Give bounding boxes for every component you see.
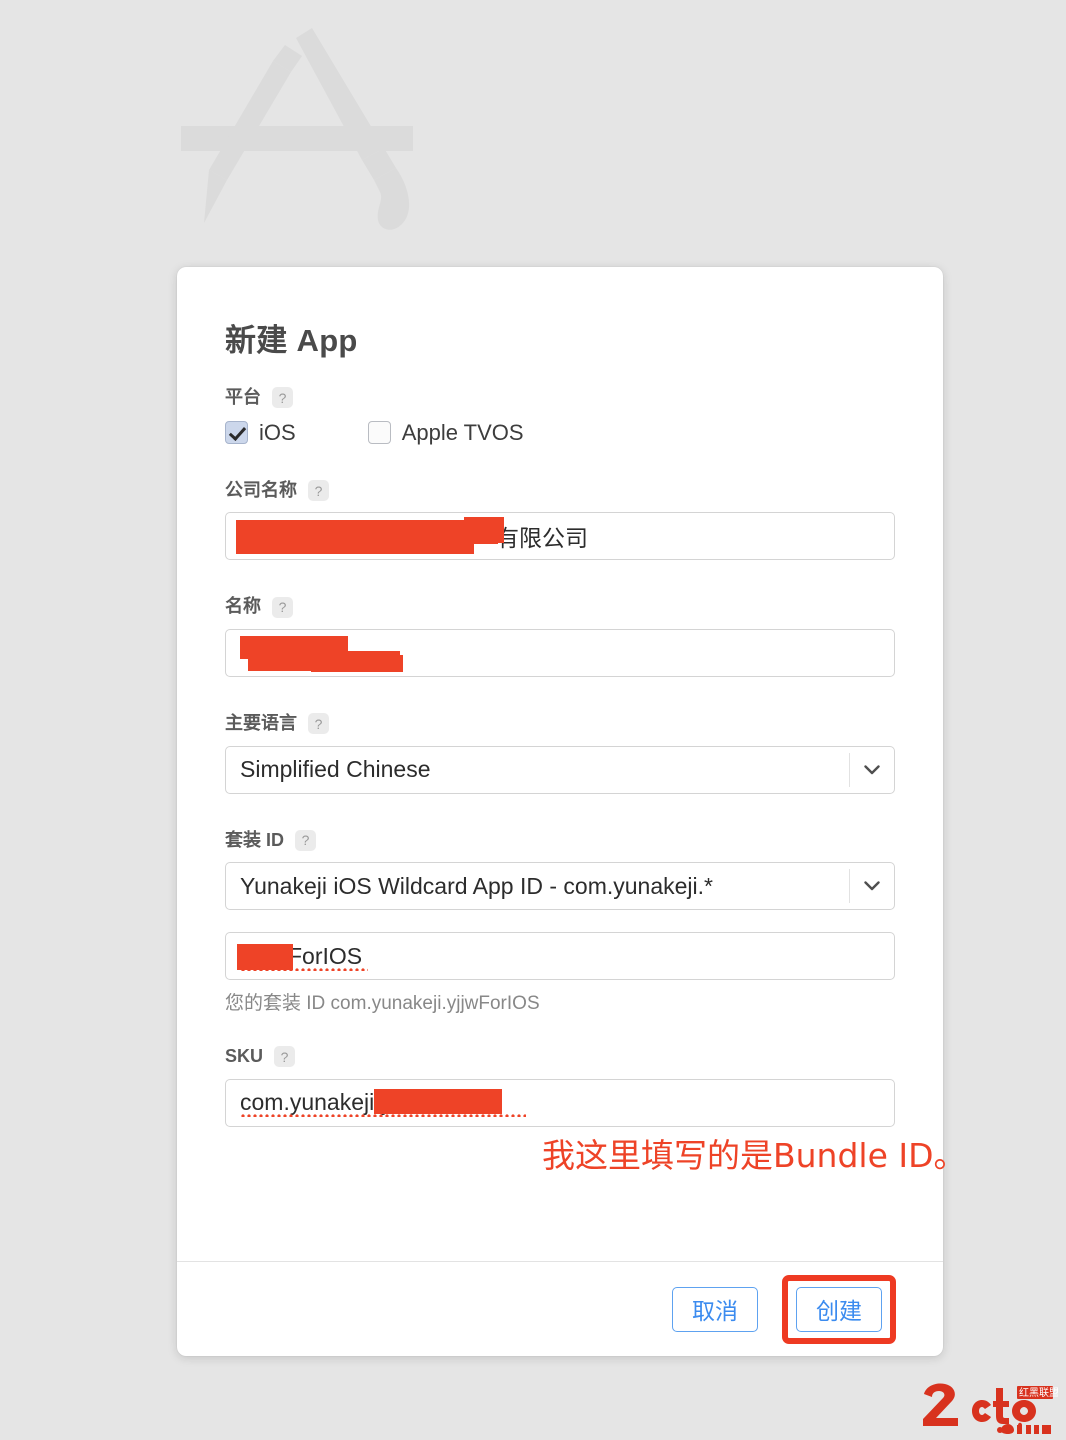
bundle-id-label-text: 套装 ID: [225, 830, 284, 852]
watermark-sub-text: 红黑联盟: [1019, 1386, 1058, 1399]
field-primary-language: 主要语言 ? Simplified Chinese: [225, 713, 895, 794]
chevron-down-icon[interactable]: [849, 753, 894, 787]
cancel-button[interactable]: 取消: [672, 1287, 758, 1332]
sku-value: com.yunakeji.y: [240, 1089, 392, 1116]
dialog-footer: 取消 创建: [177, 1261, 943, 1356]
redaction-mark: [311, 655, 403, 672]
platform-label-text: 平台: [225, 387, 261, 409]
name-label-text: 名称: [225, 596, 261, 618]
redaction-mark: [240, 636, 348, 659]
bundle-suffix-value: ForIOS: [240, 943, 362, 970]
redaction-mark: [248, 651, 400, 671]
name-input[interactable]: [225, 629, 895, 677]
company-name-label-text: 公司名称: [225, 480, 297, 502]
field-label-name: 名称 ?: [225, 596, 895, 618]
company-name-input[interactable]: 有限公司: [225, 512, 895, 560]
bundle-suffix-input[interactable]: ForIOS: [225, 932, 895, 980]
create-button[interactable]: 创建: [796, 1287, 882, 1332]
field-label-primary-language: 主要语言 ?: [225, 713, 895, 735]
bundle-suffix-helper-text: 您的套装 ID com.yunakeji.yjjwForIOS: [225, 993, 895, 1016]
primary-language-value: Simplified Chinese: [240, 756, 430, 783]
platform-options: iOS Apple TVOS: [225, 420, 895, 446]
help-icon-company-name[interactable]: ?: [308, 480, 329, 501]
sku-annotation-note: 我这里填写的是Bundle ID。: [542, 1139, 967, 1172]
new-app-dialog: 新建 App 平台 ? iOS Apple TVOS 公司名称: [177, 267, 943, 1356]
page-title: 新建 App: [225, 322, 895, 359]
checkbox-option-ios[interactable]: iOS: [225, 420, 296, 446]
help-icon-platform[interactable]: ?: [272, 387, 293, 408]
checkbox-appletvos[interactable]: [368, 421, 391, 444]
primary-language-label-text: 主要语言: [225, 713, 297, 735]
field-bundle-suffix: ForIOS 您的套装 ID com.yunakeji.yjjwForIOS: [225, 932, 895, 1016]
dialog-body: 新建 App 平台 ? iOS Apple TVOS 公司名称: [177, 267, 943, 1127]
checkbox-label-ios: iOS: [259, 420, 296, 446]
field-company-name: 公司名称 ? 有限公司: [225, 480, 895, 561]
primary-language-select[interactable]: Simplified Chinese: [225, 746, 895, 794]
checkbox-label-appletvos: Apple TVOS: [402, 420, 524, 446]
field-sku: SKU ? com.yunakeji.y: [225, 1046, 895, 1127]
field-platform: 平台 ? iOS Apple TVOS: [225, 387, 895, 446]
company-name-value: 有限公司: [240, 519, 588, 553]
create-button-wrapper: 创建: [782, 1275, 896, 1344]
checkbox-option-appletvos[interactable]: Apple TVOS: [368, 420, 524, 446]
field-label-platform: 平台 ?: [225, 387, 895, 409]
bundle-id-select[interactable]: Yunakeji iOS Wildcard App ID - com.yunak…: [225, 862, 895, 910]
help-icon-bundle-id[interactable]: ?: [295, 830, 316, 851]
field-bundle-id: 套装 ID ? Yunakeji iOS Wildcard App ID - c…: [225, 830, 895, 911]
field-label-bundle-id: 套装 ID ?: [225, 830, 895, 852]
sku-label-text: SKU: [225, 1046, 263, 1068]
checkbox-ios[interactable]: [225, 421, 248, 444]
sku-input[interactable]: com.yunakeji.y: [225, 1079, 895, 1127]
chevron-down-icon[interactable]: [849, 869, 894, 903]
field-label-company-name: 公司名称 ?: [225, 480, 895, 502]
field-label-sku: SKU ?: [225, 1046, 895, 1068]
help-icon-name[interactable]: ?: [272, 597, 293, 618]
field-name: 名称 ?: [225, 596, 895, 677]
help-icon-primary-language[interactable]: ?: [308, 713, 329, 734]
bundle-id-value: Yunakeji iOS Wildcard App ID - com.yunak…: [240, 873, 713, 900]
app-store-logo: [178, 16, 446, 248]
redaction-mark: [374, 1089, 502, 1114]
watermark-2cto: 红黑联盟: [918, 1378, 1058, 1434]
help-icon-sku[interactable]: ?: [274, 1046, 295, 1067]
